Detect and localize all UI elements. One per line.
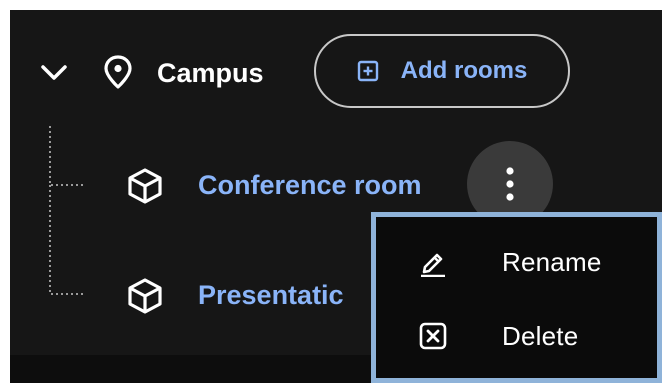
cube-icon (128, 168, 162, 204)
menu-item-label: Delete (502, 320, 579, 351)
room-label[interactable]: Conference room (198, 166, 422, 204)
location-pin-icon (104, 55, 132, 89)
menu-item-rename[interactable]: Rename (376, 231, 657, 293)
more-vertical-icon (506, 167, 514, 201)
chevron-down-icon[interactable] (38, 58, 70, 88)
room-label[interactable]: Presentatic (198, 276, 344, 314)
cube-icon (128, 278, 162, 314)
add-rooms-label: Add rooms (400, 57, 528, 84)
context-menu: Rename Delete (371, 212, 662, 383)
add-box-icon (357, 60, 378, 82)
menu-item-label: Rename (502, 246, 602, 277)
pencil-icon (421, 253, 445, 277)
menu-item-delete[interactable]: Delete (376, 305, 657, 367)
add-rooms-button[interactable]: Add rooms (314, 34, 570, 108)
tree-item-label: Campus (157, 58, 264, 88)
close-box-icon (419, 322, 447, 350)
